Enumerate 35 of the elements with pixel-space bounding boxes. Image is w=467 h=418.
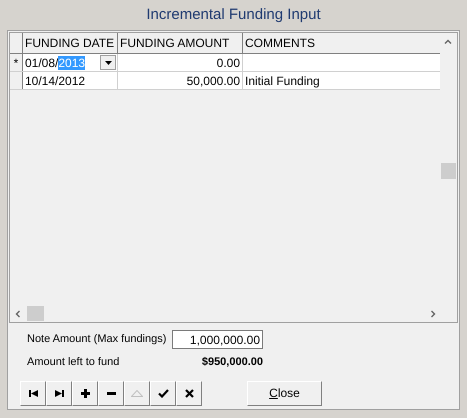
scroll-thumb[interactable] bbox=[441, 163, 456, 179]
caret-icon bbox=[104, 60, 112, 64]
scroll-thumb[interactable] bbox=[27, 306, 44, 321]
column-header[interactable]: FUNDING DATE bbox=[23, 33, 118, 53]
column-header[interactable]: COMMENTS bbox=[243, 33, 440, 53]
dropdown-button[interactable] bbox=[100, 55, 116, 70]
date-text: 10/14/2012 bbox=[25, 72, 86, 90]
cross-icon bbox=[184, 388, 194, 398]
row-indicator: * bbox=[10, 54, 23, 71]
scroll-right-icon bbox=[431, 310, 436, 318]
date-text: 01/08/2013 bbox=[25, 54, 86, 72]
amount-left-label: Amount left to fund bbox=[27, 355, 120, 370]
navigator-delete-button[interactable] bbox=[98, 380, 124, 406]
note-amount-label: Note Amount (Max fundings) bbox=[27, 332, 168, 348]
navigator-last-button[interactable] bbox=[46, 380, 72, 406]
scroll-left-icon bbox=[15, 310, 20, 318]
table-cell: 0.00 bbox=[118, 54, 243, 71]
plus-icon bbox=[80, 388, 90, 398]
minus-icon bbox=[106, 392, 116, 394]
amount-left-value: $950,000.00 bbox=[200, 355, 263, 370]
table-cell: 50,000.00 bbox=[118, 72, 243, 89]
close-button[interactable]: Close bbox=[247, 380, 322, 406]
note-amount-field[interactable]: 1,000,000.00 bbox=[172, 330, 263, 349]
last-record-icon bbox=[54, 390, 64, 396]
navigator-add-button[interactable] bbox=[72, 380, 98, 406]
navigator-cancel-button[interactable] bbox=[176, 380, 202, 406]
table-cell-text: Initial Funding bbox=[244, 72, 321, 89]
window-title: Incremental Funding Input bbox=[146, 4, 321, 25]
check-icon bbox=[158, 388, 168, 398]
first-record-icon bbox=[28, 390, 38, 396]
column-header[interactable]: FUNDING AMOUNT bbox=[118, 33, 243, 53]
scroll-up-icon bbox=[444, 39, 452, 44]
triangle-icon bbox=[131, 390, 143, 396]
navigator-first-button[interactable] bbox=[20, 380, 46, 406]
navigator-post-button[interactable] bbox=[150, 380, 176, 406]
